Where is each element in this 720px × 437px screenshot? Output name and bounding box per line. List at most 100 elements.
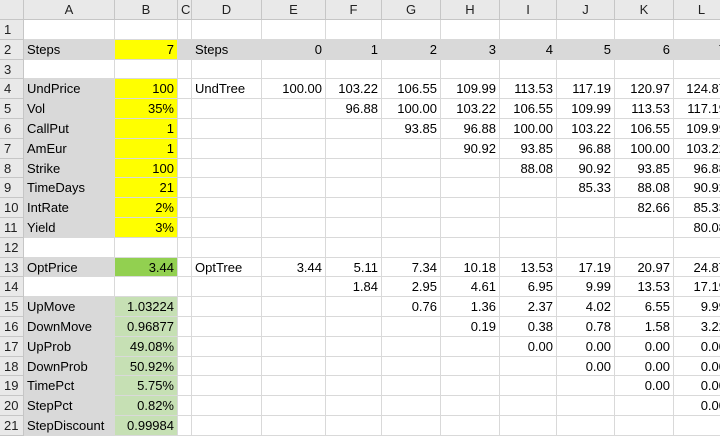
sheet-cell[interactable] — [178, 217, 192, 238]
sheet-cell[interactable]: 0.38 — [500, 316, 557, 337]
sheet-cell[interactable] — [326, 118, 382, 139]
sheet-cell[interactable]: 96.88 — [326, 99, 382, 119]
sheet-cell[interactable]: 24.87 — [674, 258, 720, 278]
sheet-cell[interactable]: Yield — [24, 217, 115, 238]
sheet-cell[interactable] — [192, 237, 262, 258]
sheet-cell[interactable]: 100 — [115, 79, 178, 100]
sheet-cell[interactable] — [500, 178, 557, 199]
sheet-cell[interactable] — [441, 336, 500, 357]
sheet-cell[interactable]: 100.00 — [500, 118, 557, 139]
sheet-cell[interactable] — [500, 396, 557, 416]
sheet-cell[interactable] — [262, 376, 326, 397]
sheet-cell[interactable]: 5 — [557, 39, 615, 60]
column-header[interactable]: K — [615, 0, 674, 20]
sheet-cell[interactable]: 1.58 — [615, 316, 674, 337]
sheet-cell[interactable] — [178, 99, 192, 119]
sheet-cell[interactable]: 17.19 — [674, 277, 720, 298]
sheet-cell[interactable] — [192, 118, 262, 139]
sheet-cell[interactable]: 0.00 — [674, 396, 720, 416]
sheet-cell[interactable] — [192, 178, 262, 199]
sheet-cell[interactable]: 5.75% — [115, 376, 178, 397]
sheet-cell[interactable]: 4.02 — [557, 297, 615, 317]
sheet-cell[interactable] — [178, 198, 192, 218]
sheet-cell[interactable] — [178, 376, 192, 397]
sheet-cell[interactable] — [192, 138, 262, 159]
sheet-cell[interactable]: 7 — [674, 39, 720, 60]
sheet-cell[interactable]: 13.53 — [500, 257, 557, 278]
sheet-cell[interactable] — [326, 178, 382, 199]
sheet-cell[interactable] — [192, 198, 262, 218]
sheet-cell[interactable] — [441, 198, 500, 218]
sheet-cell[interactable]: 1 — [115, 138, 178, 159]
sheet-cell[interactable]: 109.99 — [557, 99, 615, 119]
sheet-cell[interactable]: 35% — [115, 99, 178, 119]
sheet-cell[interactable] — [262, 316, 326, 337]
row-header[interactable]: 3 — [0, 59, 24, 80]
sheet-cell[interactable]: 0 — [262, 39, 326, 60]
sheet-cell[interactable]: 4.61 — [441, 277, 500, 298]
sheet-cell[interactable] — [178, 316, 192, 337]
sheet-cell[interactable]: 50.92% — [115, 356, 178, 377]
sheet-cell[interactable] — [674, 416, 720, 436]
sheet-cell[interactable] — [178, 396, 192, 416]
sheet-cell[interactable] — [615, 20, 674, 40]
sheet-cell[interactable]: 88.08 — [615, 178, 674, 199]
sheet-cell[interactable]: 10.18 — [441, 257, 500, 278]
sheet-cell[interactable]: 109.99 — [674, 119, 720, 139]
sheet-cell[interactable] — [262, 297, 326, 317]
sheet-cell[interactable]: IntRate — [24, 198, 115, 218]
sheet-cell[interactable] — [178, 158, 192, 179]
row-header[interactable]: 7 — [0, 138, 24, 159]
sheet-cell[interactable] — [382, 59, 441, 80]
sheet-cell[interactable] — [326, 297, 382, 317]
row-header[interactable]: 8 — [0, 158, 24, 179]
sheet-cell[interactable] — [115, 277, 178, 298]
sheet-cell[interactable] — [382, 316, 441, 337]
sheet-cell[interactable]: UndPrice — [24, 79, 115, 100]
sheet-cell[interactable] — [24, 237, 115, 258]
column-header[interactable]: F — [326, 0, 382, 20]
sheet-cell[interactable] — [326, 415, 382, 436]
column-header[interactable]: B — [115, 0, 178, 20]
row-header[interactable]: 11 — [0, 217, 24, 238]
sheet-cell[interactable] — [178, 118, 192, 139]
sheet-cell[interactable]: 100.00 — [262, 79, 326, 100]
sheet-cell[interactable] — [262, 336, 326, 357]
sheet-cell[interactable] — [382, 415, 441, 436]
sheet-cell[interactable] — [441, 237, 500, 258]
sheet-cell[interactable] — [441, 59, 500, 80]
sheet-cell[interactable] — [674, 238, 720, 258]
sheet-cell[interactable] — [326, 237, 382, 258]
sheet-cell[interactable]: 0.00 — [615, 376, 674, 397]
sheet-cell[interactable]: AmEur — [24, 138, 115, 159]
sheet-cell[interactable] — [674, 60, 720, 80]
sheet-cell[interactable]: 113.53 — [500, 79, 557, 100]
row-header[interactable]: 2 — [0, 39, 24, 60]
column-header[interactable]: H — [441, 0, 500, 20]
sheet-cell[interactable]: 117.19 — [557, 79, 615, 100]
sheet-cell[interactable]: Vol — [24, 99, 115, 119]
sheet-cell[interactable] — [192, 20, 262, 40]
row-header[interactable]: 14 — [0, 277, 24, 298]
row-header[interactable]: 19 — [0, 376, 24, 397]
sheet-cell[interactable]: 49.08% — [115, 336, 178, 357]
sheet-cell[interactable] — [500, 217, 557, 238]
sheet-cell[interactable] — [441, 158, 500, 179]
row-header[interactable]: 5 — [0, 99, 24, 119]
sheet-cell[interactable] — [382, 396, 441, 416]
sheet-cell[interactable]: 103.22 — [326, 79, 382, 100]
sheet-cell[interactable]: 3 — [441, 39, 500, 60]
sheet-cell[interactable]: 96.88 — [557, 138, 615, 159]
sheet-cell[interactable] — [500, 20, 557, 40]
row-header[interactable]: 12 — [0, 237, 24, 258]
sheet-cell[interactable] — [326, 376, 382, 397]
column-header[interactable]: J — [557, 0, 615, 20]
sheet-cell[interactable] — [262, 237, 326, 258]
sheet-cell[interactable]: 1.03224 — [115, 297, 178, 317]
sheet-cell[interactable]: StepDiscount — [24, 415, 115, 436]
row-header[interactable]: 20 — [0, 396, 24, 416]
sheet-cell[interactable] — [441, 376, 500, 397]
row-header[interactable]: 6 — [0, 118, 24, 139]
sheet-cell[interactable]: 2 — [382, 39, 441, 60]
sheet-cell[interactable]: 0.00 — [557, 356, 615, 377]
